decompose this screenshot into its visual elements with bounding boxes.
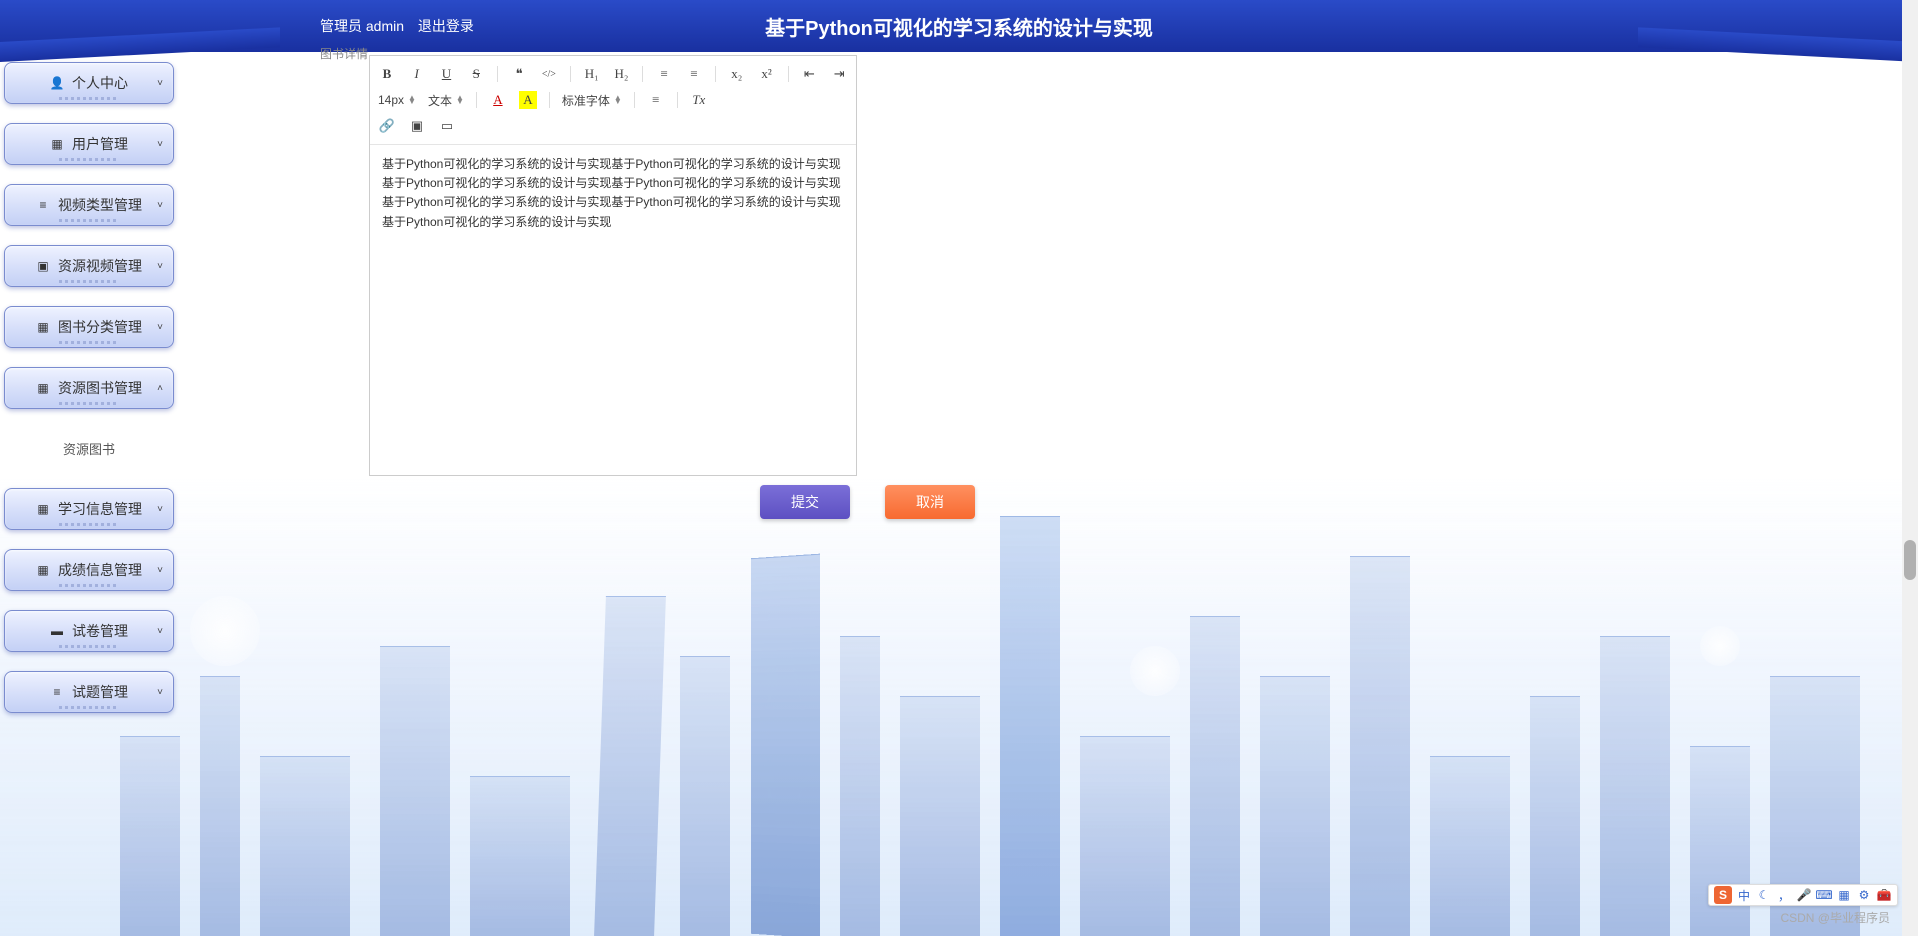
subscript-icon[interactable]: x₂	[728, 65, 746, 83]
chevron-down-icon: ˅	[157, 504, 163, 515]
unordered-list-icon[interactable]: ≡	[685, 65, 703, 83]
sidebar-item-label: 试卷管理	[72, 621, 128, 641]
grid-icon: ▦	[36, 502, 50, 516]
sidebar-item-label: 成绩信息管理	[58, 560, 142, 580]
sidebar: 👤 个人中心 ˅ ▦ 用户管理 ˅ ≡ 视频类型管理 ˅ ▣ 资源视频管理 ˅ …	[4, 62, 174, 732]
chevron-down-icon: ˅	[157, 687, 163, 698]
grid-icon: ▦	[50, 137, 64, 151]
form-field-label: 图书详情	[320, 45, 368, 62]
sidebar-item-users[interactable]: ▦ 用户管理 ˅	[4, 123, 174, 165]
list-icon: ≡	[36, 198, 50, 212]
superscript-icon[interactable]: x²	[758, 65, 776, 83]
font-size-select[interactable]: 14px ▲▼	[378, 93, 416, 107]
ime-flag-icon[interactable]: S	[1714, 886, 1732, 904]
vertical-scrollbar[interactable]	[1902, 0, 1918, 936]
list-icon: ≡	[50, 685, 64, 699]
sidebar-item-resource-video[interactable]: ▣ 资源视频管理 ˅	[4, 245, 174, 287]
grid-icon: ▦	[36, 320, 50, 334]
sidebar-item-label: 个人中心	[72, 73, 128, 93]
sidebar-item-label: 学习信息管理	[58, 499, 142, 519]
chevron-down-icon: ˅	[157, 78, 163, 89]
font-color-icon[interactable]: A	[489, 91, 507, 109]
csdn-watermark: CSDN @毕业程序员	[1780, 909, 1890, 926]
sidebar-item-profile[interactable]: 👤 个人中心 ˅	[4, 62, 174, 104]
ime-toolbox-icon[interactable]: 🧰	[1876, 887, 1892, 903]
chevron-down-icon: ˅	[157, 139, 163, 150]
ime-tray: S 中 ☾ ， 🎤 ⌨ ▦ ⚙ 🧰	[1708, 884, 1898, 906]
video-icon: ▣	[36, 259, 50, 273]
header-bar: 管理员 admin 退出登录 基于Python可视化的学习系统的设计与实现	[0, 0, 1918, 52]
bold-icon[interactable]: B	[378, 65, 396, 83]
code-icon[interactable]: </>	[540, 65, 558, 83]
ime-mic-icon[interactable]: 🎤	[1796, 887, 1812, 903]
grid-icon: ▦	[36, 563, 50, 577]
sidebar-item-label: 视频类型管理	[58, 195, 142, 215]
h2-icon[interactable]: H₂	[613, 65, 631, 83]
sidebar-item-label: 用户管理	[72, 134, 128, 154]
editor-toolbar: B I U S ❝ </> H₁ H₂ ≡ ≡ x₂ x² ⇤ ⇥ 14px ▲…	[370, 56, 856, 145]
sidebar-item-label: 图书分类管理	[58, 317, 142, 337]
chevron-down-icon: ˅	[157, 626, 163, 637]
video-icon[interactable]: ▭	[438, 117, 456, 135]
sidebar-item-label: 资源图书管理	[58, 378, 142, 398]
bg-color-icon[interactable]: A	[519, 91, 537, 109]
ime-comma-icon[interactable]: ，	[1776, 887, 1792, 903]
sidebar-item-label: 资源视频管理	[58, 256, 142, 276]
chevron-down-icon: ˅	[157, 322, 163, 333]
underline-icon[interactable]: U	[438, 65, 456, 83]
clear-format-icon[interactable]: Tx	[690, 91, 708, 109]
ordered-list-icon[interactable]: ≡	[655, 65, 673, 83]
indent-decrease-icon[interactable]: ⇤	[800, 65, 818, 83]
person-icon: 👤	[50, 76, 64, 90]
ime-settings-icon[interactable]: ⚙	[1856, 887, 1872, 903]
sidebar-item-paper[interactable]: ▬ 试卷管理 ˅	[4, 610, 174, 652]
sidebar-sub-resource-book[interactable]: 资源图书	[4, 428, 174, 468]
sidebar-item-study-info[interactable]: ▦ 学习信息管理 ˅	[4, 488, 174, 530]
submit-button[interactable]: 提交	[760, 485, 850, 519]
background-skyline	[0, 476, 1918, 936]
font-family-select[interactable]: 标准字体 ▲▼	[562, 92, 622, 109]
link-icon[interactable]: 🔗	[378, 117, 396, 135]
rich-text-editor: B I U S ❝ </> H₁ H₂ ≡ ≡ x₂ x² ⇤ ⇥ 14px ▲…	[369, 55, 857, 476]
grid-icon: ▦	[36, 381, 50, 395]
sidebar-item-question[interactable]: ≡ 试题管理 ˅	[4, 671, 174, 713]
paragraph-select[interactable]: 文本 ▲▼	[428, 92, 464, 109]
align-icon[interactable]: ≡	[647, 91, 665, 109]
ime-keyboard-icon[interactable]: ⌨	[1816, 887, 1832, 903]
sidebar-item-book-category[interactable]: ▦ 图书分类管理 ˅	[4, 306, 174, 348]
chevron-down-icon: ˅	[157, 261, 163, 272]
monitor-icon: ▬	[50, 624, 64, 638]
ime-skin-icon[interactable]: ▦	[1836, 887, 1852, 903]
cancel-button[interactable]: 取消	[885, 485, 975, 519]
h1-icon[interactable]: H₁	[583, 65, 601, 83]
page-title: 基于Python可视化的学习系统的设计与实现	[765, 12, 1153, 41]
chevron-up-icon: ˄	[157, 383, 163, 394]
chevron-down-icon: ˅	[157, 565, 163, 576]
ime-moon-icon[interactable]: ☾	[1756, 887, 1772, 903]
scrollbar-thumb[interactable]	[1904, 540, 1916, 580]
italic-icon[interactable]: I	[408, 65, 426, 83]
ime-lang-icon[interactable]: 中	[1736, 887, 1752, 903]
strike-icon[interactable]: S	[467, 65, 485, 83]
sidebar-item-resource-book[interactable]: ▦ 资源图书管理 ˄	[4, 367, 174, 409]
sidebar-item-video-type[interactable]: ≡ 视频类型管理 ˅	[4, 184, 174, 226]
logout-link[interactable]: 退出登录	[418, 18, 474, 34]
sidebar-item-score-info[interactable]: ▦ 成绩信息管理 ˅	[4, 549, 174, 591]
indent-increase-icon[interactable]: ⇥	[830, 65, 848, 83]
image-icon[interactable]: ▣	[408, 117, 426, 135]
quote-icon[interactable]: ❝	[510, 65, 528, 83]
editor-content-area[interactable]: 基于Python可视化的学习系统的设计与实现基于Python可视化的学习系统的设…	[370, 145, 856, 475]
sidebar-item-label: 试题管理	[72, 682, 128, 702]
admin-label: 管理员 admin	[320, 18, 404, 34]
chevron-down-icon: ˅	[157, 200, 163, 211]
sidebar-sub-label: 资源图书	[63, 439, 115, 458]
